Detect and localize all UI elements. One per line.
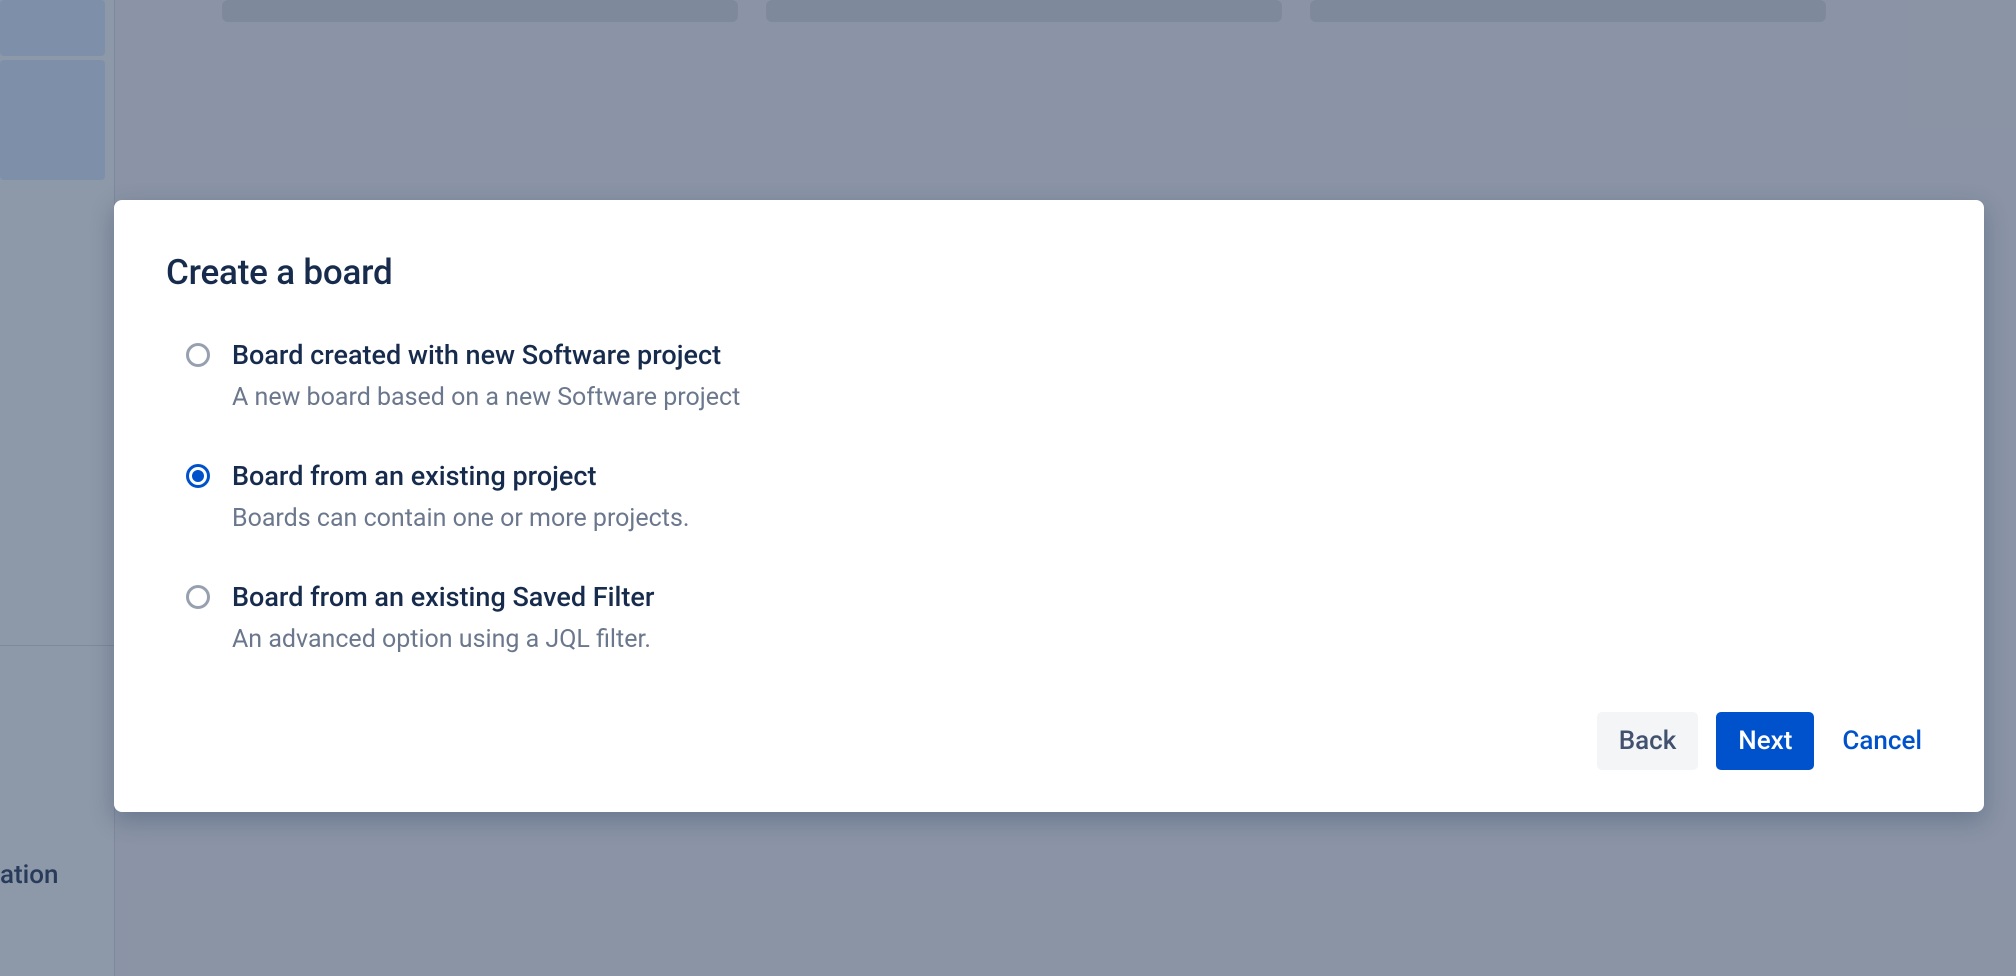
option-saved-filter[interactable]: Board from an existing Saved Filter An a… xyxy=(186,581,1932,654)
option-label[interactable]: Board from an existing project xyxy=(232,460,689,492)
modal-title: Create a board xyxy=(166,252,1932,293)
option-text-container: Board created with new Software project … xyxy=(232,339,740,412)
option-text-container: Board from an existing project Boards ca… xyxy=(232,460,689,533)
option-label[interactable]: Board created with new Software project xyxy=(232,339,740,371)
modal-footer: Back Next Cancel xyxy=(166,712,1932,770)
create-board-modal: Create a board Board created with new So… xyxy=(114,200,1984,812)
option-description: A new board based on a new Software proj… xyxy=(232,383,740,412)
board-options-group: Board created with new Software project … xyxy=(166,339,1932,654)
radio-new-software-project[interactable] xyxy=(186,343,210,367)
option-existing-project[interactable]: Board from an existing project Boards ca… xyxy=(186,460,1932,533)
option-description: Boards can contain one or more projects. xyxy=(232,504,689,533)
option-text-container: Board from an existing Saved Filter An a… xyxy=(232,581,654,654)
radio-saved-filter[interactable] xyxy=(186,585,210,609)
next-button[interactable]: Next xyxy=(1716,712,1814,770)
back-button[interactable]: Back xyxy=(1597,712,1699,770)
cancel-button[interactable]: Cancel xyxy=(1832,712,1932,770)
option-label[interactable]: Board from an existing Saved Filter xyxy=(232,581,654,613)
radio-existing-project[interactable] xyxy=(186,464,210,488)
option-new-software-project[interactable]: Board created with new Software project … xyxy=(186,339,1932,412)
option-description: An advanced option using a JQL filter. xyxy=(232,625,654,654)
